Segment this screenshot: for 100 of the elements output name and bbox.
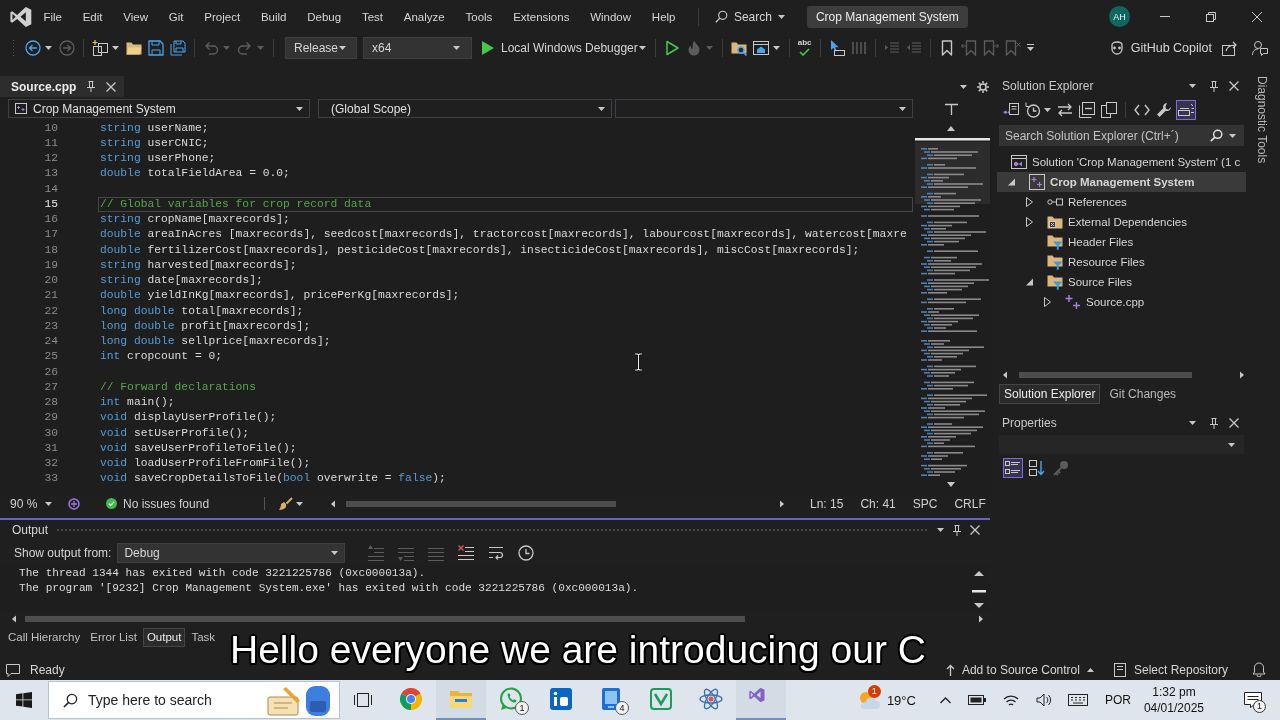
zoom-dropdown[interactable]: 90 % xyxy=(0,496,58,511)
sort-list-icon[interactable] xyxy=(1027,457,1047,478)
tree-item[interactable]: Resource Files xyxy=(997,252,1246,272)
menu-item[interactable]: Project xyxy=(193,8,251,25)
window-icon[interactable] xyxy=(752,39,769,56)
caret-icon[interactable] xyxy=(777,14,785,19)
expander-icon[interactable] xyxy=(1025,217,1033,227)
tool-window-tab[interactable]: Git Changes xyxy=(1104,384,1182,404)
save-all-icon[interactable] xyxy=(170,39,186,56)
tree-item[interactable]: Solution 'Crop Management System' (1 c xyxy=(997,152,1246,172)
issues-status[interactable]: No issues found xyxy=(123,496,210,511)
tee-icon[interactable] xyxy=(945,102,958,115)
bars-icon[interactable] xyxy=(1176,100,1196,120)
menu-item[interactable]: Build xyxy=(250,8,297,25)
tree-item[interactable]: External Dependencies xyxy=(997,212,1246,232)
share-icon[interactable] xyxy=(1222,39,1238,56)
clock-button[interactable]: 1:32 pm 04/01/2025 xyxy=(1143,684,1204,716)
caret-icon[interactable] xyxy=(638,45,646,50)
expander-icon[interactable] xyxy=(1007,178,1015,186)
column-indicator[interactable]: Ch: 41 xyxy=(860,496,896,511)
save-icon[interactable] xyxy=(148,39,164,56)
spell-check-button[interactable]: abc xyxy=(794,39,815,56)
document-tab[interactable]: Source.cpp xyxy=(0,76,125,97)
tree-item[interactable]: Crop Management System xyxy=(997,172,1246,192)
taskbar-button[interactable] xyxy=(736,680,786,720)
menu-item[interactable]: View xyxy=(112,8,159,25)
close-icon[interactable] xyxy=(1229,81,1239,91)
caret-icon[interactable] xyxy=(598,106,605,111)
play-outline-icon[interactable] xyxy=(663,39,680,56)
close-icon[interactable] xyxy=(1229,418,1239,428)
tool-window-tab[interactable]: Error List xyxy=(86,627,141,647)
menu-item[interactable]: Window xyxy=(579,8,642,25)
caret-icon[interactable] xyxy=(331,550,339,555)
caret-icon[interactable] xyxy=(45,501,52,506)
scope-dropdown[interactable]: (Global Scope) xyxy=(318,99,612,118)
tree-item[interactable]: Header Files xyxy=(997,232,1246,252)
clear-list-icon[interactable] xyxy=(458,544,475,561)
caret-icon[interactable] xyxy=(296,106,303,111)
restore-icon[interactable] xyxy=(1206,11,1216,22)
taskbar-button[interactable]: 4 xyxy=(586,680,636,720)
stacked-minus-icon[interactable] xyxy=(1077,100,1097,120)
menu-item[interactable]: File xyxy=(33,8,73,25)
horizontal-scrollbar[interactable] xyxy=(329,498,786,509)
tree-item[interactable]: Source Files xyxy=(997,272,1246,292)
keyboard-icon[interactable] xyxy=(1067,694,1088,706)
caret-icon[interactable] xyxy=(1044,108,1051,112)
side-tab[interactable]: Diagnostic Tools xyxy=(1255,76,1269,164)
repository-button[interactable]: Select Repository xyxy=(1112,662,1228,677)
caret-up-icon[interactable] xyxy=(1086,667,1094,672)
categorized-list-icon[interactable] xyxy=(1003,457,1023,478)
output-source-dropdown[interactable]: Debug xyxy=(117,542,346,563)
caret-icon[interactable] xyxy=(1189,84,1196,88)
language-indicator[interactable]: POR xyxy=(1104,693,1131,707)
close-icon[interactable] xyxy=(106,81,117,92)
whitespace-indicator[interactable]: SPC xyxy=(912,496,938,511)
settings-icon[interactable] xyxy=(977,80,989,93)
search-button[interactable]: Search xyxy=(710,7,789,26)
search-field[interactable]: Search Solution Explorer (Ctrl+´) xyxy=(999,125,1244,146)
expander-icon[interactable] xyxy=(1025,197,1033,207)
caret-icon[interactable] xyxy=(772,45,780,50)
account-avatar[interactable]: AH xyxy=(1109,6,1130,27)
pointer-icon[interactable] xyxy=(828,39,845,56)
source-control-button[interactable]: Add to Source Control xyxy=(945,662,1094,677)
bell-icon[interactable] xyxy=(1252,662,1266,677)
speaker-icon[interactable] xyxy=(1035,693,1051,707)
wrench-icon[interactable] xyxy=(1154,100,1174,120)
configuration-dropdown[interactable]: Release xyxy=(285,36,357,59)
menu-item[interactable]: Edit xyxy=(72,8,113,25)
menu-item[interactable]: Debug xyxy=(296,8,352,25)
project-dropdown[interactable]: Crop Management System xyxy=(8,99,310,118)
menu-item[interactable]: Git xyxy=(158,8,194,25)
caret-icon[interactable] xyxy=(453,45,460,50)
stacked-pages-icon[interactable] xyxy=(92,39,108,56)
brush-icon[interactable] xyxy=(279,496,293,511)
close-icon[interactable] xyxy=(970,525,980,535)
task-view-icon[interactable] xyxy=(353,692,373,708)
caret-icon[interactable] xyxy=(1189,421,1196,425)
line-indicator[interactable]: Ln: 15 xyxy=(810,496,844,511)
copilot-button[interactable]: GitHub Copilot xyxy=(1108,40,1212,55)
menu-item[interactable]: Tools xyxy=(455,8,503,25)
caret-icon[interactable] xyxy=(937,528,944,532)
caret-icon[interactable] xyxy=(960,84,967,89)
battery-icon[interactable] xyxy=(967,694,986,706)
caret-icon[interactable] xyxy=(899,106,906,111)
copies-icon[interactable] xyxy=(1099,100,1119,120)
close-icon[interactable] xyxy=(1252,11,1262,22)
pin-icon[interactable] xyxy=(952,524,962,536)
expander-icon[interactable] xyxy=(1025,278,1033,286)
windows-logo-icon[interactable] xyxy=(16,692,32,708)
taskbar-button[interactable]: 1 xyxy=(486,680,536,720)
menu-item[interactable]: Extensions xyxy=(502,8,580,25)
tool-window-tab[interactable]: Solution Explorer xyxy=(999,384,1101,404)
caret-icon[interactable] xyxy=(1229,133,1236,138)
pin-icon[interactable] xyxy=(1209,80,1219,92)
tree-item[interactable]: References xyxy=(997,192,1246,212)
word-wrap-icon[interactable] xyxy=(488,544,505,561)
start-debugging-button[interactable]: Local Windows Debugger xyxy=(482,40,638,55)
clock-icon[interactable] xyxy=(1023,100,1043,120)
wifi-icon[interactable] xyxy=(1002,693,1019,707)
line-ending-indicator[interactable]: CRLF xyxy=(954,496,986,511)
